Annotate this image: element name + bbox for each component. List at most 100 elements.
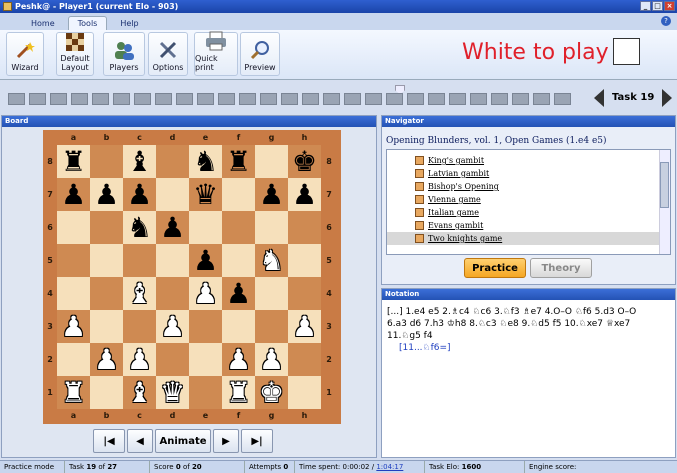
tree-item[interactable]: Evans gambit bbox=[387, 219, 670, 232]
next-move-button[interactable]: ▶ bbox=[213, 429, 239, 453]
square-g8[interactable] bbox=[255, 145, 288, 178]
square-b3[interactable] bbox=[90, 310, 123, 343]
tree-item[interactable]: Vienna game bbox=[387, 193, 670, 206]
square-b2[interactable]: ♟ bbox=[90, 343, 123, 376]
square-h5[interactable] bbox=[288, 244, 321, 277]
previous-task-icon[interactable] bbox=[594, 89, 604, 107]
task-segment[interactable] bbox=[470, 93, 487, 105]
square-a7[interactable]: ♟ bbox=[57, 178, 90, 211]
black-pawn-piece[interactable]: ♟ bbox=[193, 246, 218, 275]
task-segment[interactable] bbox=[218, 93, 235, 105]
square-g7[interactable]: ♟ bbox=[255, 178, 288, 211]
black-pawn-piece[interactable]: ♟ bbox=[94, 180, 119, 209]
square-h6[interactable] bbox=[288, 211, 321, 244]
square-h4[interactable] bbox=[288, 277, 321, 310]
task-segment[interactable] bbox=[29, 93, 46, 105]
black-knight-piece[interactable]: ♞ bbox=[193, 147, 218, 176]
square-f4[interactable]: ♟ bbox=[222, 277, 255, 310]
black-bishop-piece[interactable]: ♝ bbox=[127, 147, 152, 176]
square-a4[interactable] bbox=[57, 277, 90, 310]
square-h3[interactable]: ♟ bbox=[288, 310, 321, 343]
theory-button[interactable]: Theory bbox=[530, 258, 592, 278]
task-segment[interactable] bbox=[197, 93, 214, 105]
square-e8[interactable]: ♞ bbox=[189, 145, 222, 178]
task-segment[interactable] bbox=[344, 93, 361, 105]
square-f1[interactable]: ♜ bbox=[222, 376, 255, 409]
task-segment[interactable] bbox=[554, 93, 571, 105]
white-rook-piece[interactable]: ♜ bbox=[61, 378, 86, 407]
square-g2[interactable]: ♟ bbox=[255, 343, 288, 376]
black-rook-piece[interactable]: ♜ bbox=[61, 147, 86, 176]
tab-help[interactable]: Help bbox=[111, 17, 147, 30]
last-move-button[interactable]: ▶| bbox=[241, 429, 273, 453]
square-c1[interactable]: ♝ bbox=[123, 376, 156, 409]
square-a2[interactable] bbox=[57, 343, 90, 376]
square-f6[interactable] bbox=[222, 211, 255, 244]
task-segment[interactable] bbox=[491, 93, 508, 105]
square-e3[interactable] bbox=[189, 310, 222, 343]
black-knight-piece[interactable]: ♞ bbox=[127, 213, 152, 242]
square-b5[interactable] bbox=[90, 244, 123, 277]
scroll-thumb[interactable] bbox=[660, 162, 669, 208]
practice-button[interactable]: Practice bbox=[464, 258, 526, 278]
task-segment[interactable] bbox=[449, 93, 466, 105]
task-segment[interactable] bbox=[113, 93, 130, 105]
tree-scrollbar[interactable] bbox=[659, 150, 670, 254]
task-segment[interactable] bbox=[260, 93, 277, 105]
square-a6[interactable] bbox=[57, 211, 90, 244]
square-e2[interactable] bbox=[189, 343, 222, 376]
square-d8[interactable] bbox=[156, 145, 189, 178]
white-pawn-piece[interactable]: ♟ bbox=[259, 345, 284, 374]
white-queen-piece[interactable]: ♛ bbox=[160, 378, 185, 407]
animate-button[interactable]: Animate bbox=[155, 429, 211, 453]
square-e5[interactable]: ♟ bbox=[189, 244, 222, 277]
chessboard[interactable]: ♜ ♝ ♞ ♜ ♚ ♟ ♟ ♟ ♛ ♟ ♟ ♞ ♟ ♟ ♞ ♝ ♟ ♟ ♟ ♟ ♟ ♟ ♟ ♟ ♟ ♜ ♝ ♛ ♜ ♚ bbox=[57, 145, 321, 409]
task-segment[interactable] bbox=[365, 93, 382, 105]
square-f7[interactable] bbox=[222, 178, 255, 211]
black-rook-piece[interactable]: ♜ bbox=[226, 147, 251, 176]
black-pawn-piece[interactable]: ♟ bbox=[292, 180, 317, 209]
square-d4[interactable] bbox=[156, 277, 189, 310]
square-b7[interactable]: ♟ bbox=[90, 178, 123, 211]
square-d5[interactable] bbox=[156, 244, 189, 277]
square-h2[interactable] bbox=[288, 343, 321, 376]
task-segment[interactable] bbox=[428, 93, 445, 105]
task-segment[interactable] bbox=[323, 93, 340, 105]
square-e6[interactable] bbox=[189, 211, 222, 244]
square-c4[interactable]: ♝ bbox=[123, 277, 156, 310]
square-b8[interactable] bbox=[90, 145, 123, 178]
task-segment[interactable] bbox=[281, 93, 298, 105]
square-c7[interactable]: ♟ bbox=[123, 178, 156, 211]
square-d7[interactable] bbox=[156, 178, 189, 211]
black-pawn-piece[interactable]: ♟ bbox=[259, 180, 284, 209]
black-pawn-piece[interactable]: ♟ bbox=[160, 213, 185, 242]
square-g4[interactable] bbox=[255, 277, 288, 310]
square-d3[interactable]: ♟ bbox=[156, 310, 189, 343]
square-e7[interactable]: ♛ bbox=[189, 178, 222, 211]
square-c3[interactable] bbox=[123, 310, 156, 343]
square-d2[interactable] bbox=[156, 343, 189, 376]
square-d6[interactable]: ♟ bbox=[156, 211, 189, 244]
square-f3[interactable] bbox=[222, 310, 255, 343]
tree-item[interactable]: Two knights game bbox=[387, 232, 670, 245]
square-a5[interactable] bbox=[57, 244, 90, 277]
white-pawn-piece[interactable]: ♟ bbox=[94, 345, 119, 374]
square-e1[interactable] bbox=[189, 376, 222, 409]
square-g1[interactable]: ♚ bbox=[255, 376, 288, 409]
square-h1[interactable] bbox=[288, 376, 321, 409]
minimize-icon[interactable]: _ bbox=[640, 1, 651, 11]
white-king-piece[interactable]: ♚ bbox=[259, 378, 284, 407]
task-segment[interactable] bbox=[176, 93, 193, 105]
square-b1[interactable] bbox=[90, 376, 123, 409]
task-segment[interactable] bbox=[50, 93, 67, 105]
task-segment[interactable] bbox=[302, 93, 319, 105]
notation-variation[interactable]: [11...♘f6=] bbox=[387, 342, 671, 354]
black-pawn-piece[interactable]: ♟ bbox=[226, 279, 251, 308]
task-segment[interactable] bbox=[92, 93, 109, 105]
white-pawn-piece[interactable]: ♟ bbox=[160, 312, 185, 341]
square-h7[interactable]: ♟ bbox=[288, 178, 321, 211]
players-button[interactable]: Players bbox=[103, 32, 145, 76]
square-b4[interactable] bbox=[90, 277, 123, 310]
quick-print-button[interactable]: Quick print bbox=[194, 31, 238, 76]
default-layout-button[interactable]: Default Layout bbox=[56, 32, 94, 76]
